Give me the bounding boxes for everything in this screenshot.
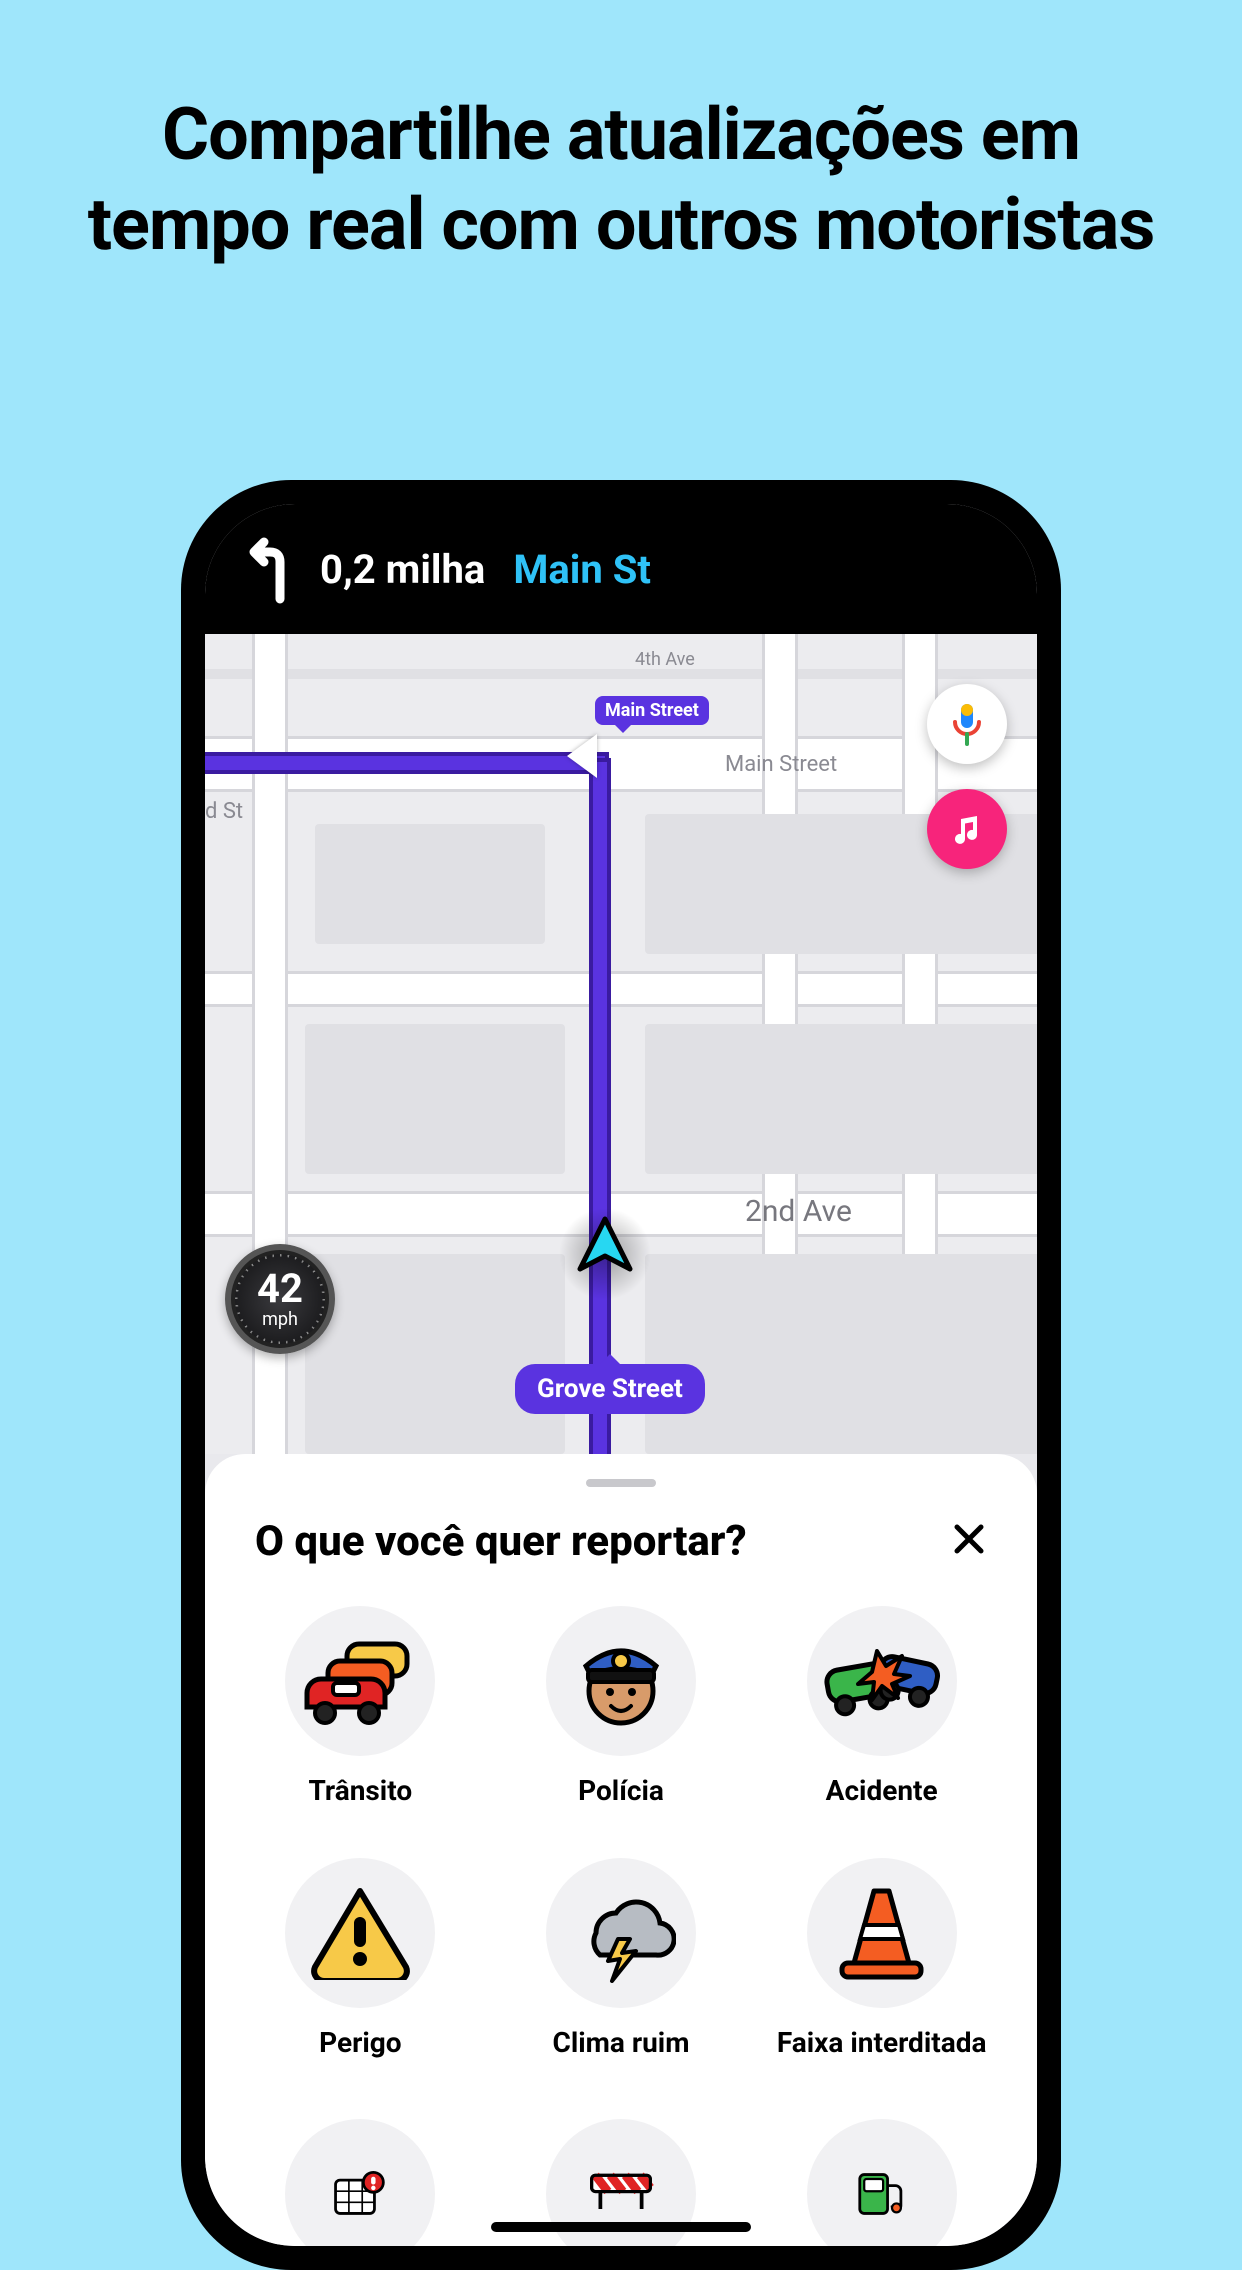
report-option-hazard[interactable]: Perigo [245,1858,476,2060]
report-option-label: Perigo [319,2026,401,2060]
voice-button[interactable] [927,684,1007,764]
map-view[interactable]: 4th Ave Main Street d St 2nd Ave Main St… [205,634,1037,1454]
report-option-police[interactable]: Polícia [506,1606,737,1808]
close-icon [951,1521,987,1557]
report-option-accident[interactable]: Acidente [766,1606,997,1808]
hazard-icon [285,1858,435,2008]
report-option-roadclosed[interactable]: Faixa interditada [766,1858,997,2060]
traffic-icon [285,1606,435,1756]
home-indicator[interactable] [491,2222,751,2232]
close-button[interactable] [951,1520,987,1564]
current-location-marker [555,1204,655,1304]
phone-frame: 0,2 milha Main St 4th Ave Main Street d … [181,480,1061,2270]
navigation-bar: 0,2 milha Main St [205,504,1037,634]
report-option-extra[interactable] [245,2109,476,2246]
report-option-label: Clima ruim [553,2026,690,2060]
map-road-label: Main Street [725,752,837,777]
microphone-icon [950,702,984,746]
gas-station-icon [807,2119,957,2246]
music-button[interactable] [927,789,1007,869]
sheet-drag-handle[interactable] [586,1479,656,1487]
map-road-label: 4th Ave [635,649,695,670]
bad-weather-icon [546,1858,696,2008]
nav-street-name: Main St [513,546,651,593]
current-street-tag: Grove Street [515,1364,705,1414]
marketing-headline: Compartilhe atualizações em tempo real c… [0,0,1242,310]
screen: 0,2 milha Main St 4th Ave Main Street d … [205,504,1037,2246]
turn-left-icon [240,534,300,604]
accident-icon [807,1606,957,1756]
speedometer[interactable]: 42 mph [225,1244,335,1354]
report-option-weather[interactable]: Clima ruim [506,1858,737,2060]
report-option-extra[interactable] [766,2109,997,2246]
route-turn-arrow-icon [567,734,597,778]
police-icon [546,1606,696,1756]
report-option-label: Acidente [826,1774,938,1808]
report-bottom-sheet: O que você quer reportar? [205,1454,1037,2246]
traffic-cone-icon [807,1858,957,2008]
map-road-label: 2nd Ave [745,1194,852,1229]
music-note-icon [949,811,985,847]
next-turn-tag: Main Street [595,696,709,725]
report-option-traffic[interactable]: Trânsito [245,1606,476,1808]
report-option-label: Faixa interditada [777,2026,987,2060]
map-road-label: d St [205,799,243,824]
map-error-icon [285,2119,435,2246]
report-option-label: Polícia [578,1774,664,1808]
route-line [205,756,605,770]
route-line [593,762,607,1454]
nav-distance: 0,2 milha [320,546,485,593]
sheet-title: O que você quer reportar? [255,1517,747,1566]
report-option-label: Trânsito [309,1774,413,1808]
